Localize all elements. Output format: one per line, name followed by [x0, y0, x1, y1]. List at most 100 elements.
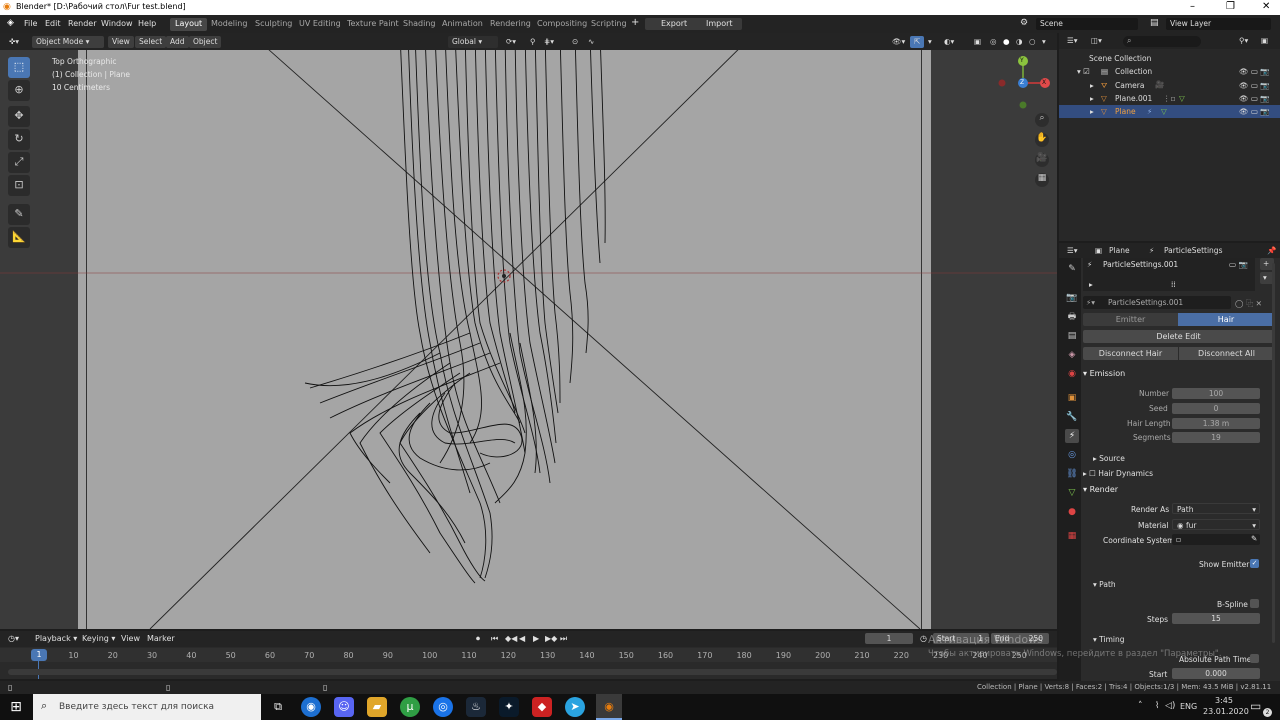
jump-start-icon[interactable]: ⏮	[491, 634, 498, 644]
shading-dropdown-icon[interactable]: ▾	[1038, 36, 1050, 48]
list-expand-icon[interactable]: ▸	[1089, 280, 1093, 289]
hair-type-button[interactable]: Hair	[1178, 313, 1274, 326]
play-icon[interactable]: ▶	[533, 634, 539, 643]
menu-file[interactable]: File	[24, 19, 37, 28]
record-button[interactable]: ⏺	[476, 634, 480, 644]
outliner-search-input[interactable]: ⌕	[1123, 36, 1201, 47]
scene-tab-icon[interactable]: ◈	[1065, 348, 1079, 362]
clock-date[interactable]: 23.01.2020	[1203, 707, 1249, 716]
scale-tool-icon[interactable]: ⤢	[8, 152, 30, 173]
minimize-button[interactable]: –	[1190, 1, 1195, 12]
marker-menu[interactable]: Marker	[147, 634, 175, 643]
scene-collection-label[interactable]: Scene Collection	[1089, 54, 1151, 63]
jump-end-icon[interactable]: ⏭	[560, 634, 567, 644]
particles-tab-icon[interactable]: ⚡	[1065, 429, 1079, 443]
steam-icon[interactable]: ♨	[466, 697, 486, 717]
rotate-tool-icon[interactable]: ↻	[8, 129, 30, 150]
coordinate-system-field[interactable]: ▫	[1172, 534, 1260, 545]
menu-render[interactable]: Render	[68, 19, 96, 28]
material-tab-icon[interactable]: ●	[1065, 505, 1079, 519]
output-tab-icon[interactable]: 🖶	[1065, 310, 1079, 324]
orientation-selector[interactable]: Global ▾	[448, 36, 498, 48]
play-reverse-icon[interactable]: ◀	[519, 634, 525, 643]
xray-icon[interactable]: ▣	[970, 36, 985, 48]
source-subpanel[interactable]: ▸ Source	[1093, 454, 1125, 463]
view-menu[interactable]: View	[108, 36, 134, 48]
visibility-icon[interactable]: 👁▾	[888, 36, 909, 48]
outliner-row-camera[interactable]: ▸ ⛛ Camera 🎥 👁 ▭ 📷	[1059, 79, 1280, 92]
language-indicator[interactable]: ENG	[1180, 702, 1197, 711]
maximize-button[interactable]: ❐	[1226, 1, 1235, 12]
menu-window[interactable]: Window	[101, 19, 133, 28]
app-red-icon[interactable]: ◆	[532, 697, 552, 717]
windows-start-icon[interactable]: ⊞	[6, 697, 26, 717]
tab-scripting[interactable]: Scripting	[586, 18, 632, 31]
data-tab-icon[interactable]: ▽	[1065, 486, 1079, 500]
timeline-editor-icon[interactable]: ◷▾	[8, 634, 19, 643]
number-field[interactable]: 100	[1172, 388, 1260, 399]
import-button[interactable]: Import	[706, 19, 733, 28]
settings-browse-icon[interactable]: ⚡▾	[1086, 298, 1095, 307]
show-emitter-checkbox[interactable]: ✓	[1250, 559, 1259, 568]
blender-taskbar-icon[interactable]: ◉	[596, 694, 622, 720]
render-panel-header[interactable]: ▾ Render	[1083, 485, 1118, 494]
object-tab-icon[interactable]: ▣	[1065, 391, 1079, 405]
gizmo-dropdown-icon[interactable]: ▾	[924, 36, 936, 48]
app-icon[interactable]: ✦	[499, 697, 519, 717]
timeline-scrollbar[interactable]	[8, 669, 1057, 675]
editor-type-icon[interactable]: ✜▾	[5, 36, 23, 48]
current-frame-field[interactable]: 1	[865, 633, 913, 644]
timeline-view-menu[interactable]: View	[121, 634, 140, 643]
tab-shading[interactable]: Shading	[398, 18, 441, 31]
outliner-row-plane001[interactable]: ▸ ▽ Plane.001 ⋮▫ ▽ 👁 ▭ 📷	[1059, 92, 1280, 105]
material-select[interactable]: ◉ fur ▾	[1172, 519, 1260, 530]
emission-panel-header[interactable]: ▾ Emission	[1083, 369, 1125, 378]
outliner-row-plane[interactable]: ▸ ▽ Plane ⚡ ▽ 👁 ▭ 📷	[1059, 105, 1280, 118]
disconnect-hair-button[interactable]: Disconnect Hair	[1083, 347, 1178, 360]
expand-icon[interactable]: ▸	[1090, 81, 1094, 90]
export-button[interactable]: Export	[661, 19, 687, 28]
add-workspace-button[interactable]: +	[631, 17, 639, 28]
select-menu[interactable]: Select	[135, 36, 167, 48]
tab-rendering[interactable]: Rendering	[485, 18, 536, 31]
close-button[interactable]: ✕	[1262, 1, 1270, 12]
physics-tab-icon[interactable]: ◎	[1065, 448, 1079, 462]
outliner-editor-icon[interactable]: ☰▾	[1067, 36, 1078, 45]
discord-icon[interactable]: ☺	[334, 697, 354, 717]
volume-icon[interactable]: ◁)	[1165, 701, 1175, 711]
settings-name[interactable]: ParticleSettings.001	[1108, 298, 1183, 307]
tab-compositing[interactable]: Compositing	[532, 18, 592, 31]
render-tab-icon[interactable]: 📷	[1065, 291, 1079, 305]
settings-datablock[interactable]: ⚡▾ ParticleSettings.001	[1083, 296, 1231, 309]
snap-icon[interactable]: ⚲	[526, 36, 540, 48]
segments-field[interactable]: 19	[1172, 432, 1260, 443]
world-tab-icon[interactable]: ◉	[1065, 367, 1079, 381]
outliner-collection[interactable]: Collection	[1115, 67, 1152, 76]
annotate-tool-icon[interactable]: ✎	[8, 204, 30, 225]
tab-uv-editing[interactable]: UV Editing	[294, 18, 346, 31]
row-visibility-icon[interactable]: 👁 ▭ 📷	[1239, 81, 1270, 90]
hair-length-field[interactable]: 1.38 m	[1172, 418, 1260, 429]
properties-editor-icon[interactable]: ☰▾	[1067, 246, 1078, 255]
timing-start-field[interactable]: 0.000	[1172, 668, 1260, 679]
gizmo-toggle-icon[interactable]: ⇱	[910, 36, 925, 48]
taskbar-search-input[interactable]: ⌕ Введите здесь текст для поиска	[33, 694, 261, 720]
tab-modeling[interactable]: Modeling	[206, 18, 252, 31]
scene-selector[interactable]: Scene	[1036, 18, 1138, 30]
pin-icon[interactable]: 📌	[1267, 246, 1276, 255]
timing-subpanel-header[interactable]: ▾ Timing	[1093, 635, 1125, 644]
add-menu[interactable]: Add	[166, 36, 189, 48]
tab-layout[interactable]: Layout	[170, 18, 208, 31]
telegram-icon[interactable]: ➤	[565, 697, 585, 717]
network-icon[interactable]: ⌇	[1155, 701, 1159, 711]
steps-field[interactable]: 15	[1172, 613, 1260, 624]
zoom-icon[interactable]: ⌕	[1035, 113, 1049, 127]
notification-icon[interactable]: ▭	[1250, 699, 1261, 713]
tab-sculpting[interactable]: Sculpting	[250, 18, 297, 31]
playhead[interactable]: 1	[31, 649, 47, 661]
tool-tab-icon[interactable]: ✎	[1065, 262, 1079, 276]
delete-edit-button[interactable]: Delete Edit	[1083, 330, 1274, 343]
keying-menu[interactable]: Keying ▾	[82, 634, 115, 643]
bspline-checkbox[interactable]	[1250, 599, 1259, 608]
texture-tab-icon[interactable]: ▦	[1065, 529, 1079, 543]
